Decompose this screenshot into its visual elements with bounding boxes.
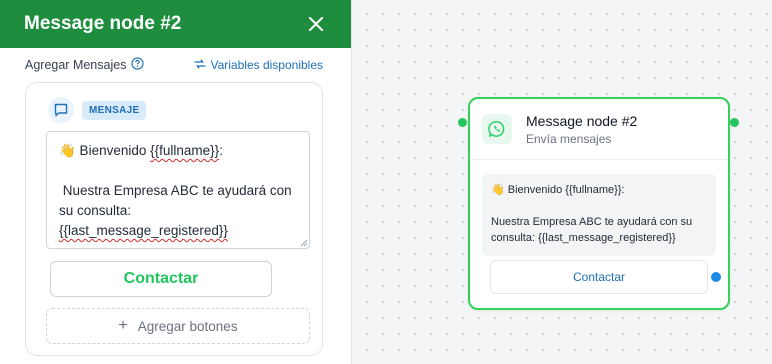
panel-header: Message node #2 <box>0 0 351 48</box>
input-handle[interactable] <box>458 118 467 127</box>
message-card: MENSAJE 👋 Bienvenido {{fullname}}: Nuest… <box>25 82 323 356</box>
messages-subheader: Agregar Mensajes Variables disponibles <box>0 48 351 82</box>
message-type-badge: MENSAJE <box>82 100 147 120</box>
variables-link-label: Variables disponibles <box>210 58 323 72</box>
plus-icon: + <box>118 317 128 334</box>
variable-token: {{last_message_registered}} <box>59 223 228 238</box>
panel-title: Message node #2 <box>24 13 182 34</box>
variable-token: {{fullname}} <box>150 143 220 158</box>
variables-link[interactable]: Variables disponibles <box>194 58 323 72</box>
section-label: Agregar Mensajes <box>25 58 127 72</box>
output-handle[interactable] <box>730 118 739 127</box>
add-buttons-label: Agregar botones <box>137 318 238 334</box>
chat-bubble-icon <box>48 97 74 123</box>
node-message-preview: 👋 Bienvenido {{fullname}}: Nuestra Empre… <box>482 174 716 256</box>
message-textarea[interactable]: 👋 Bienvenido {{fullname}}: Nuestra Empre… <box>46 131 310 249</box>
node-header: Message node #2 Envía mensajes <box>470 99 728 160</box>
message-node[interactable]: Message node #2 Envía mensajes 👋 Bienven… <box>468 97 730 310</box>
contact-button[interactable]: Contactar <box>50 261 272 297</box>
add-buttons-button[interactable]: + Agregar botones <box>46 308 310 344</box>
node-editor-panel: Message node #2 Agregar Mensajes Variabl… <box>0 0 352 364</box>
node-contact-button[interactable]: Contactar <box>490 260 708 294</box>
close-icon[interactable] <box>305 13 327 35</box>
help-icon[interactable] <box>131 57 145 73</box>
node-subtitle: Envía mensajes <box>526 131 612 146</box>
whatsapp-icon <box>482 114 512 144</box>
button-output-handle[interactable] <box>711 272 721 282</box>
node-title: Message node #2 <box>526 112 638 129</box>
variables-icon <box>194 58 207 72</box>
resize-grip-icon[interactable] <box>300 239 308 247</box>
